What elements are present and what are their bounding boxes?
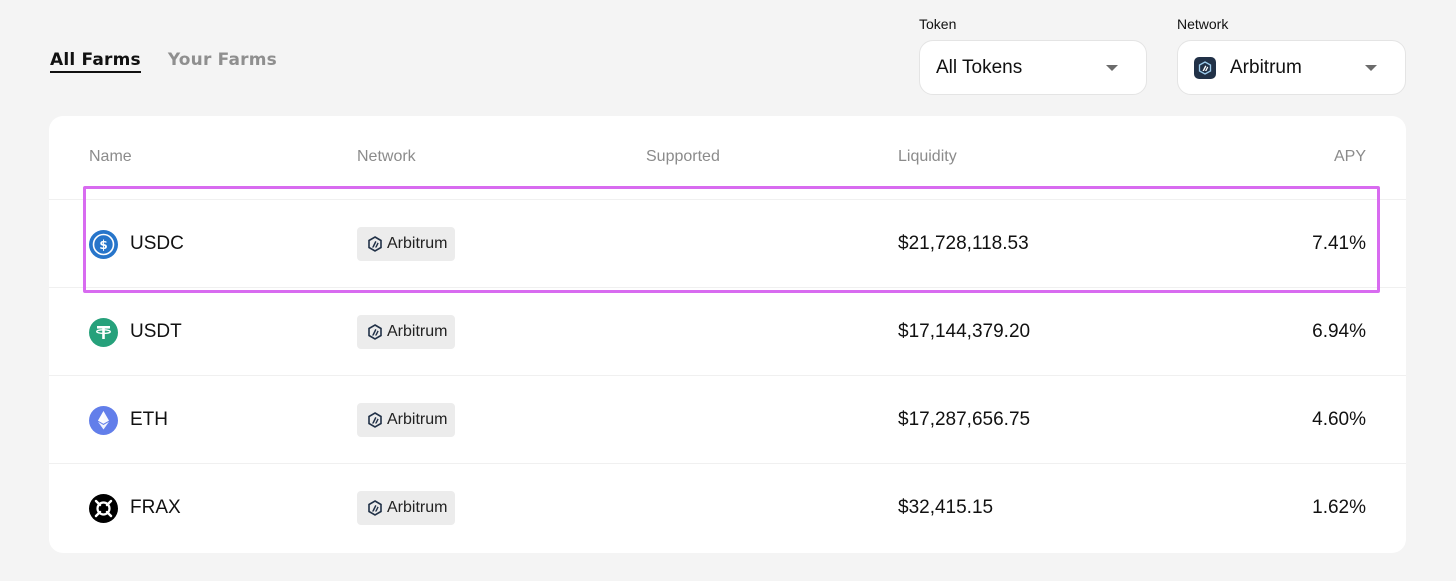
token-select[interactable]: All Tokens [919, 40, 1147, 95]
tab-all-farms[interactable]: All Farms [50, 50, 141, 73]
apy-value: 1.62% [1312, 497, 1366, 518]
token-name: USDT [130, 321, 182, 342]
tab-your-farms[interactable]: Your Farms [168, 50, 277, 73]
liquidity-value: $17,287,656.75 [898, 409, 1031, 430]
network-chip[interactable]: Arbitrum [357, 227, 456, 261]
eth-icon [89, 405, 118, 435]
table-row[interactable]: $ USDC Arbitrum $21,728,118.53 7.41% [49, 199, 1406, 287]
chevron-down-icon [1365, 64, 1377, 71]
network-chip-label: Arbitrum [387, 323, 448, 340]
arbitrum-icon [368, 236, 382, 252]
token-name: FRAX [130, 497, 181, 518]
liquidity-value: $17,144,379.20 [898, 321, 1031, 342]
frax-icon [89, 493, 118, 523]
token-cell: $ USDC [89, 200, 184, 288]
table-row[interactable]: ETH Arbitrum $17,287,656.75 4.60% [49, 375, 1406, 463]
farms-page: All Farms Your Farms Token All Tokens Ne… [0, 0, 1456, 581]
liquidity-value: $21,728,118.53 [898, 233, 1029, 254]
token-select-value: All Tokens [936, 56, 1023, 78]
token-cell: FRAX [89, 464, 181, 552]
arbitrum-icon [368, 324, 382, 340]
network-chip-label: Arbitrum [387, 499, 448, 516]
column-header-liquidity: Liquidity [898, 148, 957, 165]
network-chip[interactable]: Arbitrum [357, 315, 456, 349]
token-name: ETH [130, 409, 168, 430]
network-cell: Arbitrum [357, 288, 456, 376]
usdt-icon [89, 317, 118, 347]
farms-table: Name Network Supported Liquidity APY $ U… [49, 116, 1406, 553]
liquidity-value: $32,415.15 [898, 497, 994, 518]
token-filter-label: Token [919, 16, 957, 32]
usdc-icon: $ [89, 229, 118, 259]
network-chip[interactable]: Arbitrum [357, 403, 456, 437]
table-row[interactable]: USDT Arbitrum $17,144,379.20 6.94% [49, 287, 1406, 375]
token-cell: ETH [89, 376, 168, 464]
arbitrum-icon [368, 412, 382, 428]
table-header: Name Network Supported Liquidity APY [49, 116, 1406, 198]
column-header-name: Name [89, 148, 132, 165]
network-filter: Network Arbitrum [1177, 16, 1406, 95]
network-chip-label: Arbitrum [387, 411, 448, 428]
network-select-value: Arbitrum [1230, 56, 1302, 78]
farm-tabs: All Farms Your Farms [50, 50, 277, 73]
column-header-network: Network [357, 148, 416, 165]
network-cell: Arbitrum [357, 464, 456, 552]
token-filter: Token All Tokens [919, 16, 1147, 95]
column-header-supported: Supported [646, 148, 720, 165]
apy-value: 6.94% [1312, 321, 1366, 342]
arbitrum-icon [1194, 56, 1216, 79]
apy-value: 4.60% [1312, 409, 1366, 430]
network-cell: Arbitrum [357, 200, 456, 288]
network-chip[interactable]: Arbitrum [357, 491, 456, 525]
table-row[interactable]: FRAX Arbitrum $32,415.15 1.62% [49, 463, 1406, 551]
chevron-down-icon [1106, 64, 1118, 71]
column-header-apy: APY [1333, 148, 1366, 165]
network-select[interactable]: Arbitrum [1177, 40, 1406, 95]
token-cell: USDT [89, 288, 182, 376]
network-filter-label: Network [1177, 16, 1229, 32]
network-chip-label: Arbitrum [387, 235, 448, 252]
token-name: USDC [130, 233, 184, 254]
apy-value: 7.41% [1312, 233, 1366, 254]
arbitrum-icon [368, 500, 382, 516]
network-cell: Arbitrum [357, 376, 456, 464]
svg-text:$: $ [99, 238, 107, 252]
